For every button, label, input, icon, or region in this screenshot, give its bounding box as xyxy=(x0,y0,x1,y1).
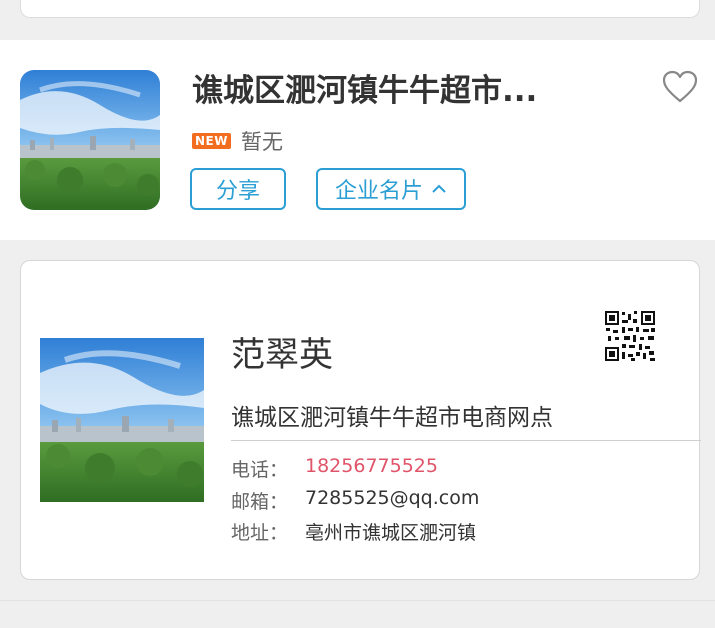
previous-card xyxy=(20,0,700,18)
qr-code-icon[interactable] xyxy=(604,310,656,362)
company-name: 谯城区淝河镇牛牛超市电商网点 xyxy=(231,401,701,441)
chevron-up-icon xyxy=(432,184,446,193)
address-row: 地址： 亳州市谯城区淝河镇 xyxy=(231,518,476,545)
bottom-divider xyxy=(0,600,715,628)
listing-title[interactable]: 谯城区淝河镇牛牛超市... xyxy=(192,70,552,112)
address-label: 地址： xyxy=(231,522,289,544)
phone-label: 电话： xyxy=(231,459,289,481)
heart-outline-icon[interactable] xyxy=(662,70,698,104)
contact-name: 范翠英 xyxy=(231,335,333,375)
address-value: 亳州市谯城区淝河镇 xyxy=(305,522,477,544)
badge-row: NEW 暂无 xyxy=(192,128,283,154)
email-value: 7285525@qq.com xyxy=(305,487,480,509)
business-card-toggle-button[interactable]: 企业名片 xyxy=(316,168,466,210)
share-button[interactable]: 分享 xyxy=(190,168,286,210)
share-button-label: 分享 xyxy=(215,179,260,204)
previous-card-area xyxy=(0,0,715,40)
email-label: 邮箱： xyxy=(231,491,289,513)
listing-item[interactable]: 谯城区淝河镇牛牛超市... NEW 暂无 分享 企业名片 xyxy=(0,40,715,240)
listing-thumbnail[interactable] xyxy=(20,70,160,210)
new-badge: NEW xyxy=(192,133,231,149)
business-card-label: 企业名片 xyxy=(334,179,423,204)
business-card: 范翠英 谯城区淝河镇牛牛超市电商网点 电话： 18256775525 邮箱： 7… xyxy=(20,260,701,580)
status-text: 暂无 xyxy=(240,130,283,154)
email-row: 邮箱： 7285525@qq.com xyxy=(231,487,479,514)
business-card-photo xyxy=(40,338,204,502)
phone-number-link[interactable]: 18256775525 xyxy=(305,455,438,482)
phone-row: 电话： 18256775525 xyxy=(231,455,438,482)
